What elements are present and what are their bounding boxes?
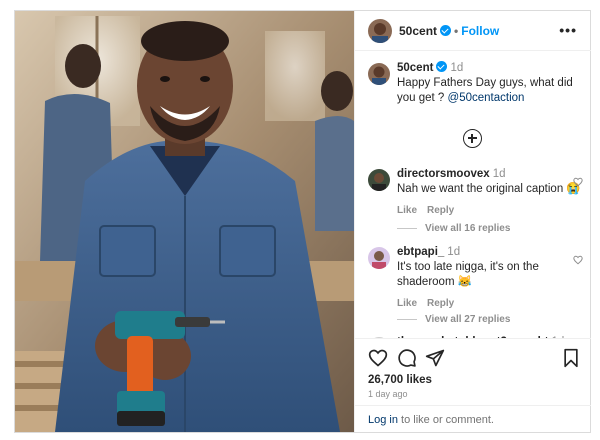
comment-reply-button[interactable]: Reply	[427, 205, 454, 216]
caption-avatar[interactable]	[368, 63, 390, 85]
follow-button[interactable]: Follow	[461, 24, 499, 38]
separator-dot: •	[454, 24, 459, 38]
verified-badge-icon	[440, 25, 452, 36]
verified-badge-icon	[436, 61, 448, 72]
comment-text: It's too late nigga, it's on the shadero…	[397, 261, 539, 288]
comment-body: directorsmoovex 1d Nah we want the origin…	[397, 167, 583, 218]
view-replies-button[interactable]: View all 16 replies	[397, 223, 510, 234]
post-header: 50cent • Follow •••	[355, 11, 591, 51]
share-send-icon[interactable]	[425, 348, 445, 368]
comment-bubble-icon[interactable]	[397, 348, 417, 368]
author-username[interactable]: 50cent	[399, 24, 437, 38]
caption-mention-link[interactable]: @50centaction	[448, 92, 525, 104]
comments-list: 50cent 1d Happy Fathers Day guys, what di…	[355, 51, 591, 338]
view-replies-button[interactable]: View all 27 replies	[397, 314, 510, 325]
comment-username[interactable]: directorsmoovex	[397, 168, 490, 180]
caption-username[interactable]: 50cent	[397, 62, 433, 74]
comment-reply-button[interactable]: Reply	[427, 298, 454, 309]
login-bar: Log in to like or comment.	[355, 405, 591, 433]
post-footer: 26,700 likes 1 day ago Log in to like or…	[355, 338, 591, 432]
like-heart-icon[interactable]	[368, 348, 388, 368]
comment-like-button[interactable]: Like	[397, 298, 417, 309]
caption-body: 50cent 1d Happy Fathers Day guys, what di…	[397, 61, 583, 106]
comment-body: ebtpapi_ 1d It's too late nigga, it's on …	[397, 245, 583, 311]
comment-username[interactable]: ebtpapi_	[397, 246, 444, 258]
comment-time[interactable]: 1d	[447, 246, 460, 258]
login-link[interactable]: Log in	[368, 414, 398, 426]
author-avatar[interactable]	[368, 19, 392, 43]
post-date[interactable]: 1 day ago	[368, 389, 408, 399]
more-options-icon[interactable]: •••	[559, 22, 577, 38]
post-side-panel: 50cent • Follow ••• 50cent 1d Happy Fathers…	[354, 11, 591, 432]
comment-text: Nah we want the original caption 😭	[397, 183, 581, 195]
likes-count[interactable]: 26,700 likes	[368, 374, 432, 386]
login-prompt-text: to like or comment.	[397, 414, 494, 426]
comment-heart-icon[interactable]	[573, 255, 583, 265]
login-prompt: Log in to like or comment.	[368, 414, 494, 426]
author-line: 50cent • Follow	[399, 24, 499, 38]
photo-illustration	[15, 11, 354, 432]
save-bookmark-icon[interactable]	[561, 348, 581, 368]
load-more-comments-icon[interactable]	[463, 129, 482, 148]
commenter-avatar[interactable]	[368, 247, 390, 269]
post-modal: 50cent • Follow ••• 50cent 1d Happy Fathers…	[14, 10, 591, 433]
caption-time[interactable]: 1d	[450, 62, 463, 74]
comment-heart-icon[interactable]	[573, 177, 583, 187]
comment-like-button[interactable]: Like	[397, 205, 417, 216]
commenter-avatar[interactable]	[368, 169, 390, 191]
post-photo[interactable]	[15, 11, 354, 432]
comment-time[interactable]: 1d	[493, 168, 506, 180]
